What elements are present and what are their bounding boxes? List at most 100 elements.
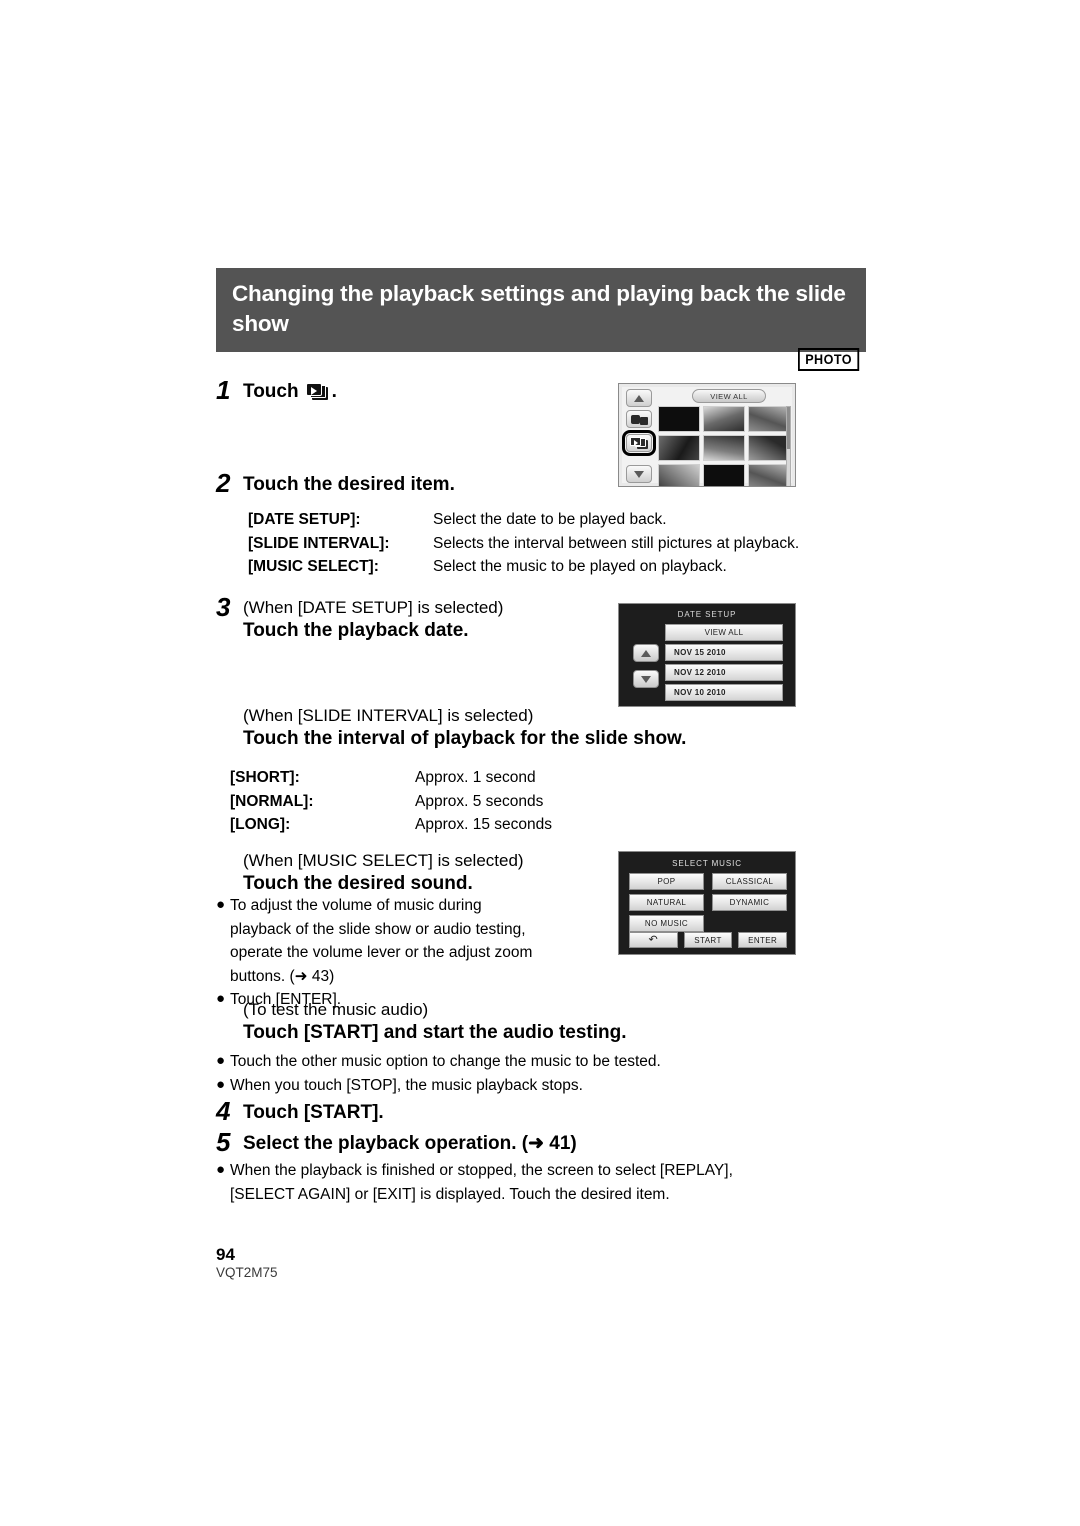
step-3-heading: Touch the playback date. [243, 620, 469, 642]
music-option-pop[interactable]: POP [629, 873, 704, 890]
step-5-heading: Select the playback operation. (➜ 41) [243, 1133, 577, 1154]
bullet-dot-icon: ● [216, 896, 226, 913]
bullet-text: When you touch [STOP], the music playbac… [230, 1076, 583, 1094]
lcd-screenshot-thumbnail-browser: VIEW ALL [618, 383, 796, 487]
list-item: ● When the playback is finished or stopp… [216, 1159, 776, 1206]
enter-button[interactable]: ENTER [738, 932, 788, 948]
chevron-up-icon [641, 649, 651, 657]
step-3-number: 3 [216, 592, 231, 622]
step-5-number: 5 [216, 1127, 231, 1157]
thumbnail[interactable] [703, 406, 745, 432]
step-1: 1 Touch. [216, 377, 596, 405]
step-1-number: 1 [216, 375, 231, 405]
list-item: ● Touch the other music option to change… [216, 1050, 776, 1074]
music-action-bar: ↶ START ENTER [629, 932, 788, 948]
view-all-button[interactable]: VIEW ALL [692, 389, 766, 403]
music-option-row: NO MUSIC [629, 915, 787, 932]
scrollbar[interactable] [786, 406, 791, 486]
scroll-down-button[interactable] [633, 670, 659, 688]
interval-desc: Approx. 1 second [415, 769, 536, 786]
interval-definition-table: [SHORT]: Approx. 1 second [NORMAL]: Appr… [230, 766, 750, 837]
table-row: [SLIDE INTERVAL]: Selects the interval b… [248, 532, 848, 556]
chevron-up-icon [634, 394, 644, 402]
music-option-row: POP CLASSICAL [629, 873, 787, 890]
thumbnail[interactable] [658, 406, 700, 432]
step-3c-condition: (When [MUSIC SELECT] is selected) [243, 851, 524, 870]
thumbnail[interactable] [703, 435, 745, 461]
music-option-dynamic[interactable]: DYNAMIC [712, 894, 787, 911]
interval-term: [NORMAL]: [230, 792, 314, 810]
page-title: Changing the playback settings and playi… [232, 281, 846, 336]
start-button[interactable]: START [683, 932, 733, 948]
date-list: VIEW ALL NOV 15 2010 NOV 12 2010 NOV 10 … [665, 624, 783, 704]
music-bullet-list: ● To adjust the volume of music during p… [216, 894, 546, 1012]
list-item: ● To adjust the volume of music during p… [216, 894, 546, 988]
bullet-text: To adjust the volume of music during pla… [230, 897, 533, 985]
thumbnail[interactable] [658, 464, 700, 486]
item-term: [MUSIC SELECT]: [248, 558, 379, 576]
step-3-music-select: (When [MUSIC SELECT] is selected) Touch … [243, 850, 603, 897]
item-definition-table: [DATE SETUP]: Select the date to be play… [248, 508, 848, 579]
audio-bullet-list: ● Touch the other music option to change… [216, 1050, 776, 1097]
lcd-music-title: SELECT MUSIC [672, 859, 742, 868]
date-option[interactable]: NOV 10 2010 [665, 684, 783, 701]
thumbnail[interactable] [748, 464, 790, 486]
music-option-classical[interactable]: CLASSICAL [712, 873, 787, 890]
date-option[interactable]: NOV 12 2010 [665, 664, 783, 681]
step-3-audio-test: (To test the music audio) Touch [START] … [243, 999, 763, 1046]
chevron-down-icon [634, 470, 644, 478]
back-button[interactable]: ↶ [629, 932, 678, 948]
back-arrow-icon: ↶ [648, 933, 659, 946]
step-1-text: Touch. [243, 380, 337, 405]
interval-desc: Approx. 5 seconds [415, 792, 544, 810]
slideshow-icon [305, 383, 328, 400]
bullet-text: When the playback is finished or stopped… [230, 1162, 733, 1203]
scroll-up-button[interactable] [626, 389, 652, 407]
step-2: 2 Touch the desired item. [216, 470, 636, 498]
item-term: [DATE SETUP]: [248, 511, 361, 528]
table-row: [SHORT]: Approx. 1 second [230, 766, 750, 790]
interval-term: [SHORT]: [230, 769, 300, 786]
step-2-number: 2 [216, 468, 231, 498]
music-option-natural[interactable]: NATURAL [629, 894, 704, 911]
camera-icon [630, 414, 648, 425]
table-row: [LONG]: Approx. 15 seconds [230, 813, 750, 837]
slideshow-button[interactable] [626, 434, 652, 452]
step-3-condition: (When [DATE SETUP] is selected) [243, 598, 504, 617]
thumbnail[interactable] [748, 406, 790, 432]
scrollbar-thumb[interactable] [787, 407, 790, 449]
step-3b-heading: Touch the interval of playback for the s… [243, 728, 687, 750]
interval-desc: Approx. 15 seconds [415, 816, 553, 834]
step-3d-heading: Touch [START] and start the audio testin… [243, 1022, 627, 1044]
page-title-bar: Changing the playback settings and playi… [216, 268, 866, 352]
bullet-text: Touch the other music option to change t… [230, 1053, 661, 1070]
step-5: 5 Select the playback operation. (➜ 41) [216, 1129, 686, 1157]
date-option[interactable]: NOV 15 2010 [665, 644, 783, 661]
photo-video-mode-button[interactable] [626, 410, 652, 428]
step-3-slide-interval: (When [SLIDE INTERVAL] is selected) Touc… [243, 705, 763, 752]
step-1-label: Touch [243, 381, 299, 402]
music-option-grid: POP CLASSICAL NATURAL DYNAMIC NO MUSIC [629, 873, 787, 936]
step-3: 3 (When [DATE SETUP] is selected) Touch … [216, 594, 616, 644]
view-all-button[interactable]: VIEW ALL [665, 624, 783, 641]
music-option-row: NATURAL DYNAMIC [629, 894, 787, 911]
table-row: [NORMAL]: Approx. 5 seconds [230, 790, 750, 814]
manual-page: Changing the playback settings and playi… [0, 0, 1080, 1526]
thumbnail[interactable] [703, 464, 745, 486]
music-option-no-music[interactable]: NO MUSIC [629, 915, 704, 932]
scroll-up-button[interactable] [633, 644, 659, 662]
lcd-screenshot-select-music: SELECT MUSIC POP CLASSICAL NATURAL DYNAM… [618, 851, 796, 955]
thumbnail[interactable] [658, 435, 700, 461]
step-4: 4 Touch [START]. [216, 1098, 616, 1126]
item-desc: Select the music to be played on playbac… [433, 558, 727, 576]
item-desc: Selects the interval between still pictu… [433, 534, 800, 552]
lcd-date-title: DATE SETUP [677, 610, 737, 619]
table-row: [MUSIC SELECT]: Select the music to be p… [248, 555, 848, 579]
step5-bullet-list: ● When the playback is finished or stopp… [216, 1159, 776, 1206]
page-number: 94 [216, 1245, 235, 1264]
scroll-down-button[interactable] [626, 465, 652, 483]
thumbnail[interactable] [748, 435, 790, 461]
table-row: [DATE SETUP]: Select the date to be play… [248, 508, 848, 532]
item-term: [SLIDE INTERVAL]: [248, 534, 390, 552]
step-4-number: 4 [216, 1096, 231, 1126]
